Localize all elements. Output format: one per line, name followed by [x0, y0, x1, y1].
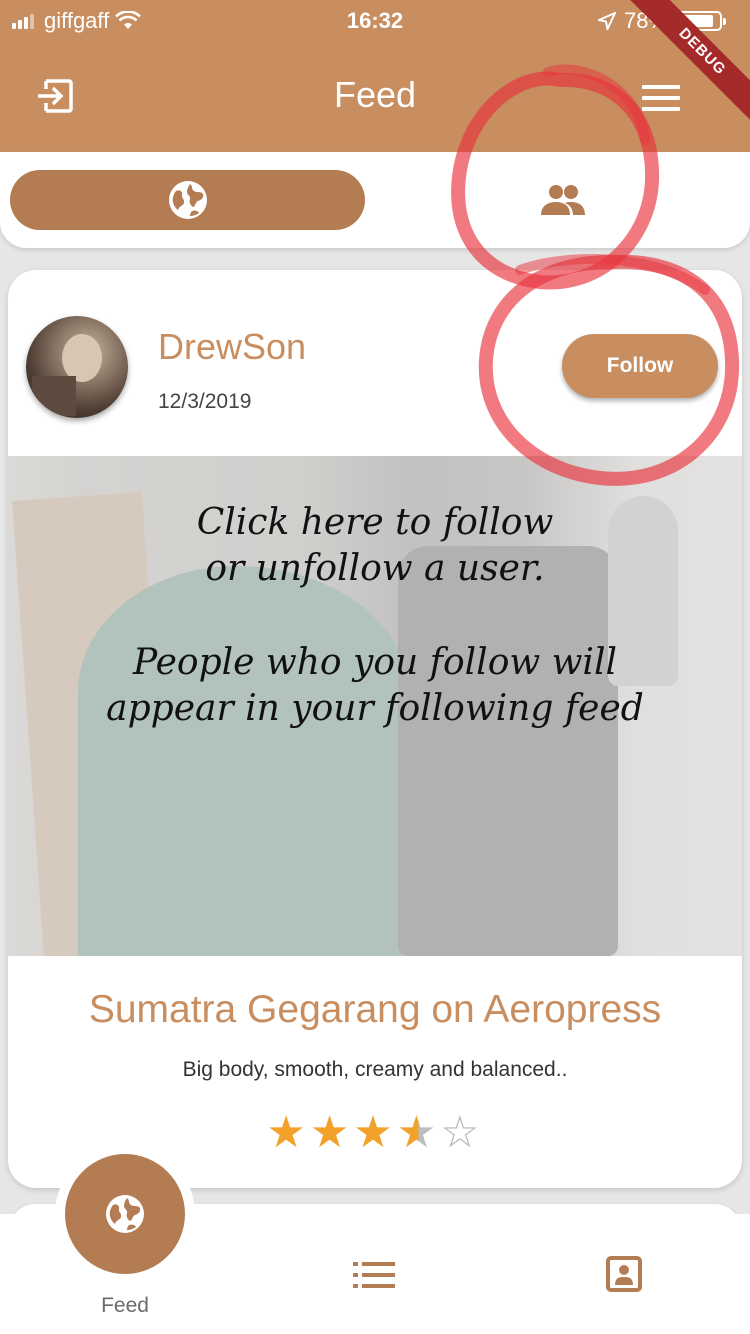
post-username[interactable]: DrewSon — [158, 326, 306, 368]
tutorial-note-line: or unfollow a user. — [205, 548, 545, 589]
tab-following-feed[interactable] — [400, 170, 725, 230]
feed-tab-bar — [0, 152, 750, 248]
page-title: Feed — [333, 74, 417, 115]
star-full-icon: ★ — [309, 1108, 354, 1157]
people-icon — [540, 185, 585, 215]
tutorial-note-line: Click here to follow — [196, 502, 554, 543]
tutorial-note-line: People who you follow will — [133, 642, 617, 683]
profile-icon[interactable] — [606, 1256, 642, 1292]
star-full-icon: ★ — [353, 1108, 397, 1157]
tutorial-note-line: appear in your following feed — [106, 688, 644, 729]
nav-feed-label[interactable]: Feed — [65, 1294, 185, 1318]
star-empty-icon: ☆ — [440, 1108, 484, 1157]
post-title: Sumatra Gegarang on Aeropress — [88, 988, 662, 1031]
post-photo[interactable]: Click here to follow or unfollow a user.… — [8, 456, 742, 956]
globe-icon — [168, 181, 207, 219]
globe-icon — [106, 1195, 144, 1233]
post-description: Big body, smooth, creamy and balanced.. — [182, 1058, 568, 1081]
tab-global-feed[interactable] — [10, 170, 365, 230]
nav-feed-button[interactable] — [65, 1154, 185, 1274]
app-bar: giffgaff 16:32 78% Feed DEBUG — [0, 0, 750, 152]
location-arrow-icon — [597, 12, 616, 30]
star-full-icon: ★ — [266, 1108, 310, 1157]
post-card[interactable]: DrewSon 12/3/2019 Follow Click here to f… — [8, 270, 742, 1188]
tutorial-note-follow: Click here to follow or unfollow a user. — [8, 500, 742, 592]
follow-button[interactable]: Follow — [562, 334, 718, 398]
status-bar: giffgaff 16:32 78% — [0, 8, 750, 36]
tutorial-note-following-feed: People who you follow will appear in you… — [8, 640, 742, 732]
avatar[interactable] — [26, 316, 128, 418]
list-icon[interactable] — [353, 1262, 395, 1288]
star-half-icon: ★ — [396, 1108, 441, 1157]
post-date: 12/3/2019 — [158, 390, 252, 413]
menu-icon[interactable] — [642, 85, 680, 111]
